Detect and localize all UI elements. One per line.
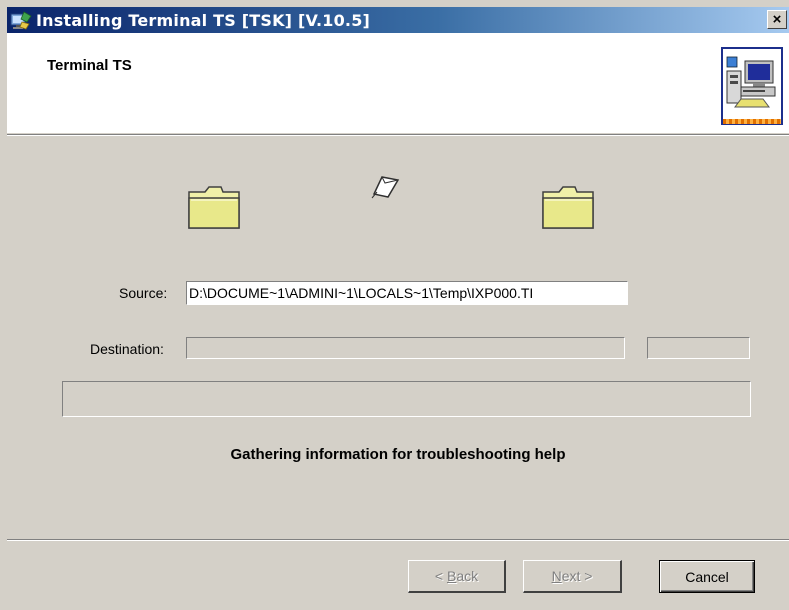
destination-path-field	[186, 337, 625, 359]
back-button-prefix: <	[434, 568, 447, 584]
flying-paper-icon	[371, 176, 400, 199]
header-divider-highlight	[7, 135, 789, 136]
source-path-field: D:\DOCUME~1\ADMINI~1\LOCALS~1\Temp\IXP00…	[186, 281, 628, 305]
title-bar[interactable]: Installing Terminal TS [TSK] [V.10.5] ×	[7, 7, 789, 33]
destination-label: Destination:	[90, 341, 164, 357]
next-button[interactable]: Next >	[523, 560, 622, 593]
next-button-label: ext >	[561, 568, 593, 584]
installer-window: Installing Terminal TS [TSK] [V.10.5] × …	[0, 0, 789, 610]
back-button-mnemonic: B	[446, 568, 457, 584]
computer-setup-icon	[721, 47, 783, 125]
status-message: Gathering information for troubleshootin…	[230, 446, 566, 463]
close-button[interactable]: ×	[767, 10, 787, 29]
product-title: Terminal TS	[47, 57, 132, 74]
back-button[interactable]: < Back	[408, 560, 506, 593]
cancel-button[interactable]: Cancel	[659, 560, 755, 593]
source-folder-icon	[188, 186, 240, 229]
header-panel: Terminal TS	[7, 33, 789, 133]
window-title: Installing Terminal TS [TSK] [V.10.5]	[36, 11, 371, 30]
source-label: Source:	[119, 285, 168, 301]
destination-size-field	[647, 337, 750, 359]
installer-icon	[10, 11, 32, 30]
close-icon: ×	[772, 11, 782, 28]
footer-divider-highlight	[7, 540, 789, 541]
progress-bar	[62, 381, 751, 417]
destination-folder-icon	[542, 186, 594, 229]
computer-setup-graphic	[726, 56, 776, 108]
back-button-label: ack	[456, 568, 479, 584]
next-button-mnemonic: N	[551, 568, 562, 584]
